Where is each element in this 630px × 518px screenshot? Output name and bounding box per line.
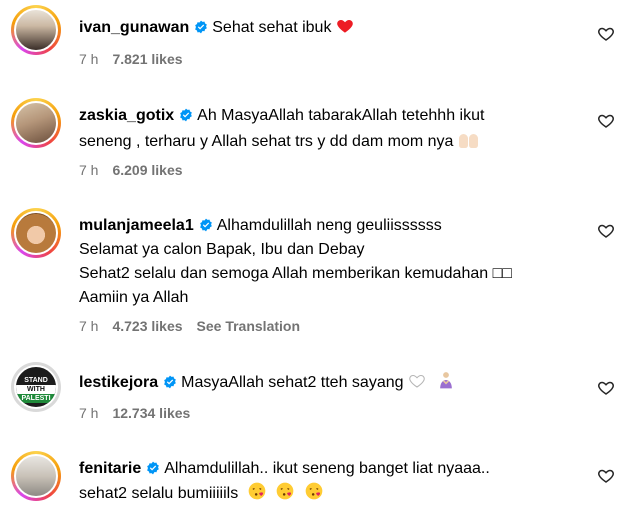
face-blowing-kiss-emoji-icon (305, 482, 322, 500)
comment-text: Sehat2 selalu dan semoga Allah memberika… (79, 265, 512, 282)
comment-text-line: sehat2 selalu bumiiiiils (79, 481, 324, 506)
see-translation-link[interactable]: See Translation (197, 318, 300, 334)
comment-text-line: ivan_gunawan Sehat sehat ibuk (79, 16, 354, 40)
comment-text-line: Sehat2 selalu dan semoga Allah memberika… (79, 262, 512, 286)
avatar-text: PALESTI (16, 394, 56, 403)
heart-outline-icon[interactable] (597, 467, 615, 485)
comment-text: Aamiin ya Allah (79, 289, 189, 306)
username[interactable]: mulanjameela1 (79, 217, 194, 234)
verified-badge-icon (147, 461, 160, 475)
verified-badge-icon (180, 108, 192, 122)
comment-text-line: mulanjameela1 Alhamdulillah neng geuliiss… (79, 214, 442, 238)
comment-text-line: seneng , terharu y Allah sehat trs y dd … (79, 130, 480, 154)
heart-outline-icon[interactable] (597, 379, 615, 397)
comment-time[interactable]: 7 h (79, 405, 98, 421)
avatar-ring[interactable] (11, 98, 61, 148)
praying-hands-emoji-icon (458, 133, 480, 149)
likes-count[interactable]: 4.723 likes (112, 318, 182, 334)
comment-text-line: zaskia_gotix Ah MasyaAllah tabarakAllah t… (79, 104, 484, 128)
likes-count[interactable]: 12.734 likes (112, 405, 190, 421)
comment-text-line: fenitarie Alhamdulillah.. ikut seneng ban… (79, 457, 490, 481)
comment-time[interactable]: 7 h (79, 51, 98, 67)
avatar[interactable]: STAND WITH PALESTI (14, 365, 58, 409)
white-heart-emoji-icon (409, 374, 425, 388)
verified-badge-icon (195, 20, 208, 34)
avatar-ring[interactable] (11, 208, 61, 258)
likes-count[interactable]: 6.209 likes (112, 162, 182, 178)
heart-outline-icon[interactable] (597, 222, 615, 240)
face-blowing-kiss-emoji-icon (248, 482, 265, 500)
comment-time[interactable]: 7 h (79, 162, 98, 178)
comment-meta: 7 h 6.209 likes (79, 162, 197, 178)
comment-meta: 7 h 12.734 likes (79, 405, 204, 421)
comment-text: MasyaAllah sehat2 tteh sayang (181, 374, 404, 391)
heart-outline-icon[interactable] (597, 112, 615, 130)
avatar[interactable] (14, 8, 58, 52)
comment-text: Selamat ya calon Bapak, Ibu dan Debay (79, 241, 365, 258)
username[interactable]: fenitarie (79, 460, 141, 477)
comment-text: sehat2 selalu bumiiiiils (79, 485, 239, 502)
username[interactable]: zaskia_gotix (79, 107, 174, 124)
verified-badge-icon (164, 375, 176, 389)
comment-text: Sehat sehat ibuk (212, 19, 332, 36)
comment-meta: 7 h 4.723 likes See Translation (79, 318, 314, 334)
username[interactable]: ivan_gunawan (79, 19, 189, 36)
comment-text-line: lestikejora MasyaAllah sehat2 tteh sayang (79, 370, 456, 395)
comment-text: Ah MasyaAllah tabarakAllah tetehhh ikut (197, 107, 485, 124)
comment-text-line: Aamiin ya Allah (79, 286, 188, 310)
comment-text-line: Selamat ya calon Bapak, Ibu dan Debay (79, 238, 365, 262)
comment-text: seneng , terharu y Allah sehat trs y dd … (79, 133, 454, 150)
comment-time[interactable]: 7 h (79, 318, 98, 334)
comment-meta: 7 h 7.821 likes (79, 51, 197, 67)
comment-text: Alhamdulillah.. ikut seneng banget liat … (164, 460, 490, 477)
red-heart-emoji-icon (337, 20, 353, 33)
likes-count[interactable]: 7.821 likes (112, 51, 182, 67)
avatar-ring[interactable]: STAND WITH PALESTI (11, 362, 61, 412)
comment-text: Alhamdulillah neng geuliissssss (216, 217, 442, 234)
avatar-text: WITH (16, 385, 56, 394)
avatar-ring[interactable] (11, 451, 61, 501)
face-blowing-kiss-emoji-icon (276, 482, 294, 500)
avatar[interactable] (14, 101, 58, 145)
verified-badge-icon (199, 218, 212, 232)
heart-outline-icon[interactable] (597, 25, 615, 43)
avatar-text: STAND (24, 377, 48, 384)
avatar-ring[interactable] (11, 5, 61, 55)
username[interactable]: lestikejora (79, 374, 158, 391)
avatar[interactable] (14, 454, 58, 498)
person-bowing-emoji-icon (440, 372, 453, 389)
avatar[interactable] (14, 211, 58, 255)
